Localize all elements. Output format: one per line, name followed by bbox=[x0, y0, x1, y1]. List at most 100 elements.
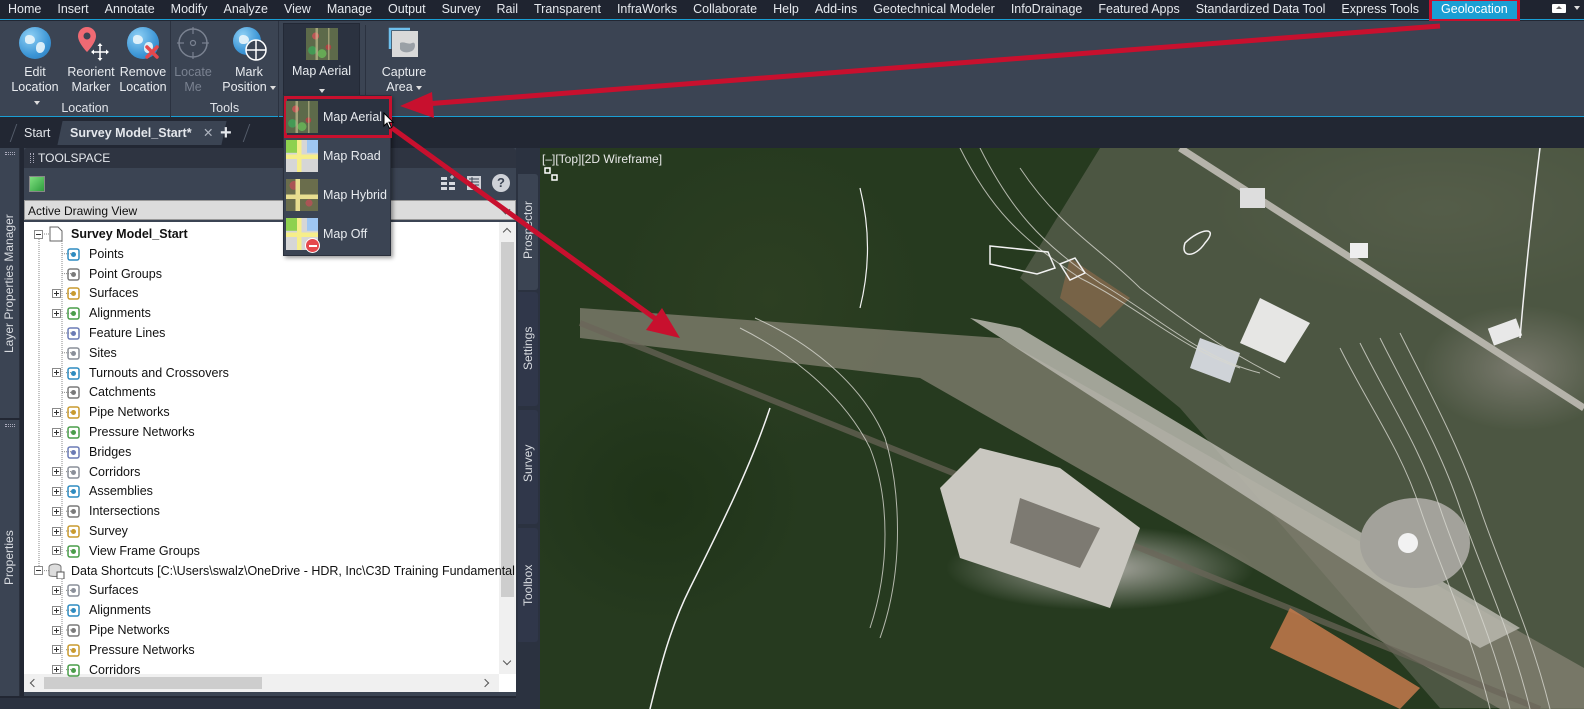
tab-help[interactable]: Help bbox=[765, 0, 807, 20]
tab-prospector[interactable]: Prospector bbox=[518, 174, 538, 290]
tab-output[interactable]: Output bbox=[380, 0, 434, 20]
tab-manage[interactable]: Manage bbox=[319, 0, 380, 20]
tab-start[interactable]: Start bbox=[24, 121, 50, 145]
collapse-icon[interactable] bbox=[34, 566, 43, 576]
tab-modify[interactable]: Modify bbox=[163, 0, 216, 20]
map-aerial-option[interactable]: Map Aerial bbox=[284, 96, 392, 138]
tree-item-pipe-networks[interactable]: Pipe Networks bbox=[52, 402, 170, 422]
tab-survey[interactable]: Survey bbox=[434, 0, 489, 20]
tree-item-ds-alignments[interactable]: Alignments bbox=[52, 600, 151, 620]
dropdown-caret-icon[interactable] bbox=[269, 85, 276, 90]
tab-settings[interactable]: Settings bbox=[518, 292, 538, 406]
viewcube-icon[interactable] bbox=[543, 166, 559, 182]
expand-icon[interactable] bbox=[52, 427, 61, 437]
tab-infodrainage[interactable]: InfoDrainage bbox=[1003, 0, 1091, 20]
vertical-scrollbar[interactable] bbox=[499, 222, 516, 674]
tab-survey[interactable]: Survey bbox=[518, 410, 538, 524]
tab-add-ins[interactable]: Add-ins bbox=[807, 0, 865, 20]
expand-icon[interactable] bbox=[52, 546, 61, 556]
mark-position-button[interactable]: Mark Position bbox=[219, 25, 279, 95]
new-tab-button[interactable]: + bbox=[220, 121, 232, 145]
scroll-right-icon[interactable] bbox=[480, 678, 490, 688]
tree-item-alignments[interactable]: Alignments bbox=[52, 303, 151, 323]
close-tab-icon[interactable]: ✕ bbox=[203, 121, 213, 145]
ribbon-options-dropdown-icon[interactable] bbox=[1574, 6, 1580, 10]
scroll-down-icon[interactable] bbox=[502, 656, 512, 666]
tree-item-feature-lines[interactable]: Feature Lines bbox=[52, 323, 165, 343]
layer-properties-manager-label[interactable]: Layer Properties Manager bbox=[2, 214, 16, 353]
tree-item-pressure-networks[interactable]: Pressure Networks bbox=[52, 422, 195, 442]
tab-annotate[interactable]: Annotate bbox=[97, 0, 163, 20]
tree-item-ds-surfaces[interactable]: Surfaces bbox=[52, 580, 138, 600]
vertical-scroll-thumb[interactable] bbox=[501, 242, 514, 597]
expand-icon[interactable] bbox=[52, 308, 61, 318]
expand-icon[interactable] bbox=[52, 467, 61, 477]
locate-me-button[interactable]: Locate Me bbox=[166, 25, 220, 95]
expand-icon[interactable] bbox=[52, 645, 61, 655]
map-aerial-button[interactable]: Map Aerial bbox=[283, 23, 360, 103]
map-road-option[interactable]: Map Road bbox=[286, 137, 390, 175]
tab-toolbox[interactable]: Toolbox bbox=[518, 528, 538, 642]
tab-featured-apps[interactable]: Featured Apps bbox=[1090, 0, 1187, 20]
tree-item-ds-pressure-networks[interactable]: Pressure Networks bbox=[52, 640, 195, 660]
tree-item-bridges[interactable]: Bridges bbox=[52, 442, 131, 462]
tree-item-surfaces[interactable]: Surfaces bbox=[52, 283, 138, 303]
tree-item-ds-corridors[interactable]: Corridors bbox=[52, 660, 140, 680]
view-selector-dropdown[interactable]: Active Drawing View bbox=[24, 200, 516, 220]
map-off-option[interactable]: Map Off bbox=[286, 215, 390, 253]
tree-item-data-shortcuts[interactable]: Data Shortcuts [C:\Users\swalz\OneDrive … bbox=[34, 561, 516, 581]
tab-collaborate[interactable]: Collaborate bbox=[685, 0, 765, 20]
tab-survey-model-start[interactable]: Survey Model_Start* ✕ bbox=[57, 121, 227, 145]
reorient-marker-button[interactable]: Reorient Marker bbox=[64, 25, 118, 95]
chevron-down-icon[interactable] bbox=[500, 204, 511, 215]
scroll-up-icon[interactable] bbox=[502, 227, 512, 237]
tree-item-turnouts[interactable]: Turnouts and Crossovers bbox=[52, 363, 229, 383]
tab-home[interactable]: Home bbox=[0, 0, 49, 20]
expand-icon[interactable] bbox=[52, 506, 61, 516]
capture-area-button[interactable]: Capture Area bbox=[376, 25, 432, 95]
help-icon[interactable]: ? bbox=[492, 174, 510, 192]
toolspace-title[interactable]: TOOLSPACE bbox=[24, 148, 516, 168]
ribbon-minimize-icon[interactable] bbox=[1552, 4, 1566, 13]
tree-item-sites[interactable]: Sites bbox=[52, 343, 117, 363]
grip-icon[interactable] bbox=[5, 424, 15, 427]
grip-icon[interactable] bbox=[5, 152, 15, 155]
toolspace-display-icon[interactable] bbox=[29, 176, 45, 192]
item-list-icon[interactable] bbox=[466, 175, 482, 191]
expand-icon[interactable] bbox=[52, 605, 61, 615]
tab-transparent[interactable]: Transparent bbox=[526, 0, 609, 20]
tab-standardized-data-tool[interactable]: Standardized Data Tool bbox=[1188, 0, 1334, 20]
drawing-viewport[interactable]: [–][Top][2D Wireframe] bbox=[540, 148, 1584, 709]
tree-item-survey[interactable]: Survey bbox=[52, 521, 128, 541]
tree-item-points[interactable]: Points bbox=[52, 244, 124, 264]
tree-item-corridors[interactable]: Corridors bbox=[52, 462, 140, 482]
tab-geolocation[interactable]: Geolocation bbox=[1429, 0, 1520, 22]
tree-item-assemblies[interactable]: Assemblies bbox=[52, 481, 153, 501]
tab-view[interactable]: View bbox=[276, 0, 319, 20]
properties-palette[interactable]: Properties bbox=[0, 420, 20, 696]
tab-analyze[interactable]: Analyze bbox=[215, 0, 275, 20]
tab-rail[interactable]: Rail bbox=[488, 0, 526, 20]
tree-item-point-groups[interactable]: Point Groups bbox=[52, 264, 162, 284]
expand-icon[interactable] bbox=[52, 486, 61, 496]
viewport-controls-label[interactable]: [–][Top][2D Wireframe] bbox=[542, 152, 662, 166]
collapse-icon[interactable] bbox=[34, 229, 43, 239]
remove-location-button[interactable]: Remove Location bbox=[116, 25, 170, 95]
tab-infraworks[interactable]: InfraWorks bbox=[609, 0, 685, 20]
tree-item-intersections[interactable]: Intersections bbox=[52, 501, 160, 521]
tree-item-drawing[interactable]: Survey Model_Start bbox=[34, 224, 188, 244]
properties-label[interactable]: Properties bbox=[2, 530, 16, 585]
toggle-item-view-icon[interactable] bbox=[440, 175, 456, 191]
tab-geotechnical-modeler[interactable]: Geotechnical Modeler bbox=[865, 0, 1003, 20]
tab-express-tools[interactable]: Express Tools bbox=[1333, 0, 1427, 20]
tree-item-catchments[interactable]: Catchments bbox=[52, 382, 156, 402]
tree-item-view-frame-groups[interactable]: View Frame Groups bbox=[52, 541, 200, 561]
tab-insert[interactable]: Insert bbox=[49, 0, 96, 20]
edit-location-button[interactable]: Edit Location bbox=[8, 25, 62, 110]
layer-properties-palette[interactable]: Layer Properties Manager bbox=[0, 148, 20, 418]
scroll-left-icon[interactable] bbox=[29, 678, 39, 688]
expand-icon[interactable] bbox=[52, 368, 61, 378]
expand-icon[interactable] bbox=[52, 585, 61, 595]
expand-icon[interactable] bbox=[52, 407, 61, 417]
dropdown-caret-icon[interactable] bbox=[415, 85, 422, 90]
